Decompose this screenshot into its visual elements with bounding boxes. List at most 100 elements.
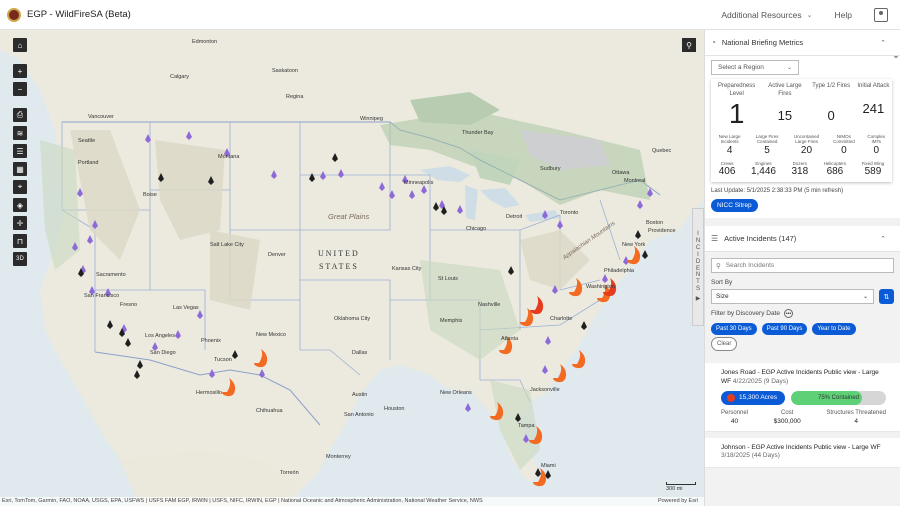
metric-helicopters: Helicopters 686 — [824, 161, 847, 177]
crosshair-icon[interactable]: ✛ — [13, 216, 27, 230]
metric-value: 0 — [873, 144, 880, 156]
user-icon[interactable] — [874, 8, 888, 22]
compass-icon[interactable]: ◈ — [13, 198, 27, 212]
incident-date: 3/18/2025 (44 Days) — [721, 452, 780, 460]
clear-button[interactable]: Clear — [711, 337, 738, 352]
region-select[interactable]: Select a Region ⌄ — [711, 60, 799, 75]
map-attribution: Esri, TomTom, Garmin, FAO, NOAA, USGS, E… — [0, 497, 704, 506]
country-label: UNITED STATES — [318, 249, 360, 271]
city-label-toronto: Toronto — [560, 210, 579, 216]
chevron-down-icon: ⌄ — [786, 65, 792, 71]
briefing-body: Select a Region ⌄ Preparedness Level 1 A… — [705, 56, 900, 219]
home-icon[interactable]: ⌂ — [13, 38, 27, 52]
city-label-st-louis: St Louis — [438, 276, 458, 282]
incidents-header[interactable]: ☰ Active Incidents (147) ⌃ — [705, 226, 900, 253]
city-label-providence: Providence — [648, 228, 676, 234]
city-label-sacramento: Sacramento — [96, 272, 126, 278]
map-toolbar: ⌂ + − ⎙ ≋ ☰ ▦ ⌖ ◈ ✛ ⊓ 3D — [13, 38, 27, 266]
metric-label: New Large Incidents — [718, 134, 741, 145]
side-tab-letter: D — [695, 258, 701, 265]
chevron-up-icon[interactable]: ⌃ — [880, 235, 886, 243]
briefing-title: National Briefing Metrics — [721, 38, 804, 47]
map-search-icon[interactable]: ⚲ — [682, 38, 696, 52]
metric-initial-attack: Initial Attack 241 — [856, 83, 890, 130]
city-label-seattle: Seattle — [78, 138, 96, 144]
incident-card[interactable]: Johnson - EGP Active Incidents Public vi… — [705, 437, 900, 469]
city-label-monterrey: Monterrey — [326, 454, 351, 460]
stat-value: 40 — [730, 417, 739, 425]
side-tab-letter: I — [697, 251, 699, 258]
app-title: EGP - WildFireSA (Beta) — [27, 9, 131, 20]
grid-icon[interactable]: ▦ — [13, 162, 27, 176]
print-icon[interactable]: ⎙ — [13, 108, 27, 122]
incidents-side-tab[interactable]: I N C I D E N T S ▶ — [692, 208, 704, 326]
city-label-edmonton: Edmonton — [192, 39, 218, 45]
sort-direction-icon[interactable]: ⇅ — [879, 289, 894, 305]
search-icon: ⚲ — [716, 262, 721, 270]
3d-icon[interactable]: 3D — [13, 252, 27, 266]
scale-label: 300 mi — [666, 486, 683, 492]
briefing-header[interactable]: ◔ National Briefing Metrics ⌃ — [705, 30, 900, 56]
city-label-miami: Miami — [541, 463, 556, 469]
side-tab-letter: C — [695, 244, 701, 251]
city-label-atlanta: Atlanta — [501, 336, 519, 342]
city-label-quebec: Quebec — [652, 148, 672, 154]
city-label-new-orleans: New Orleans — [440, 390, 472, 396]
side-tab-letter: E — [695, 265, 700, 272]
chip-past-90-days[interactable]: Past 90 Days — [761, 323, 808, 336]
metric-nimos: NIMOs Committed 0 — [829, 134, 859, 156]
measure-icon[interactable]: ⊓ — [13, 234, 27, 248]
list-icon[interactable]: ☰ — [13, 144, 27, 158]
nicc-sitrep-button[interactable]: NICC Sitrep — [711, 199, 758, 213]
metric-value: 15 — [777, 108, 793, 123]
city-label-jacksonville: Jacksonville — [530, 387, 560, 393]
powered-by[interactable]: Powered by Esri — [658, 497, 698, 506]
nav-help[interactable]: Help — [835, 10, 852, 20]
city-label-san-antonio: San Antonio — [344, 412, 374, 418]
city-label-sudbury: Sudbury — [540, 166, 561, 172]
incident-card[interactable]: Jones Road - EGP Active Incidents Public… — [705, 363, 900, 432]
city-label-las-vegas: Las Vegas — [173, 305, 199, 311]
chevron-up-icon[interactable]: ⌃ — [880, 39, 886, 47]
city-label-boise: Boise — [143, 192, 157, 198]
stat-cost: Cost $300,000 — [774, 410, 801, 425]
more-icon[interactable]: ••• — [784, 309, 793, 319]
nav-help-label: Help — [834, 10, 852, 20]
briefing-icon: ◔ — [711, 38, 716, 47]
city-label-regina: Regina — [286, 94, 304, 100]
chip-past-30-days[interactable]: Past 30 Days — [711, 323, 757, 336]
nav-additional-resources[interactable]: Additional Resources ⌄ — [721, 10, 812, 20]
metric-crews: Crews 406 — [719, 161, 736, 177]
incident-pills: 15,300 Acres 75% Contained — [721, 390, 886, 405]
incident-title: Jones Road - EGP Active Incidents Public… — [721, 369, 886, 387]
sort-select[interactable]: Size ⌄ — [711, 289, 874, 305]
stat-value: 4 — [854, 417, 859, 425]
incident-search-input[interactable]: ⚲ Search Incidents — [711, 258, 894, 274]
city-label-winnipeg: Winnipeg — [360, 116, 383, 122]
city-label-austin: Austin — [352, 392, 368, 398]
city-label-salt-lake-city: Salt Lake City — [210, 242, 244, 248]
chip-year-to-date[interactable]: Year to Date — [812, 323, 856, 336]
metric-value: 241 — [862, 100, 885, 116]
city-label-montana: Montana — [218, 154, 240, 160]
chevron-down-icon: ⌄ — [806, 12, 813, 19]
city-label-charlotte: Charlotte — [550, 316, 573, 322]
city-label-oklahoma-city: Oklahoma City — [334, 316, 371, 322]
zoom-out-icon[interactable]: − — [13, 82, 27, 96]
city-label-san-diego: San Diego — [150, 350, 176, 356]
city-label-tucson: Tucson — [214, 357, 232, 363]
layers-icon[interactable]: ≋ — [13, 126, 27, 140]
city-label-thunder-bay: Thunder Bay — [462, 130, 494, 136]
city-label-houston: Houston — [384, 406, 405, 412]
play-icon: ▶ — [695, 296, 701, 303]
metric-label: Complex IMTs — [867, 134, 886, 145]
metric-new-large: New Large Incidents 4 — [713, 134, 747, 156]
containment-bar: 75% Contained — [791, 390, 886, 405]
city-label-fresno: Fresno — [120, 302, 138, 308]
metric-engines: Engines 1,446 — [751, 161, 776, 177]
zoom-in-icon[interactable]: + — [13, 64, 27, 78]
map-view[interactable]: UNITED STATES Great Plains Edmonton Sask… — [0, 30, 704, 506]
location-icon[interactable]: ⌖ — [13, 180, 27, 194]
acres-badge: 15,300 Acres — [721, 390, 785, 405]
stat-label: Personnel — [721, 409, 749, 416]
